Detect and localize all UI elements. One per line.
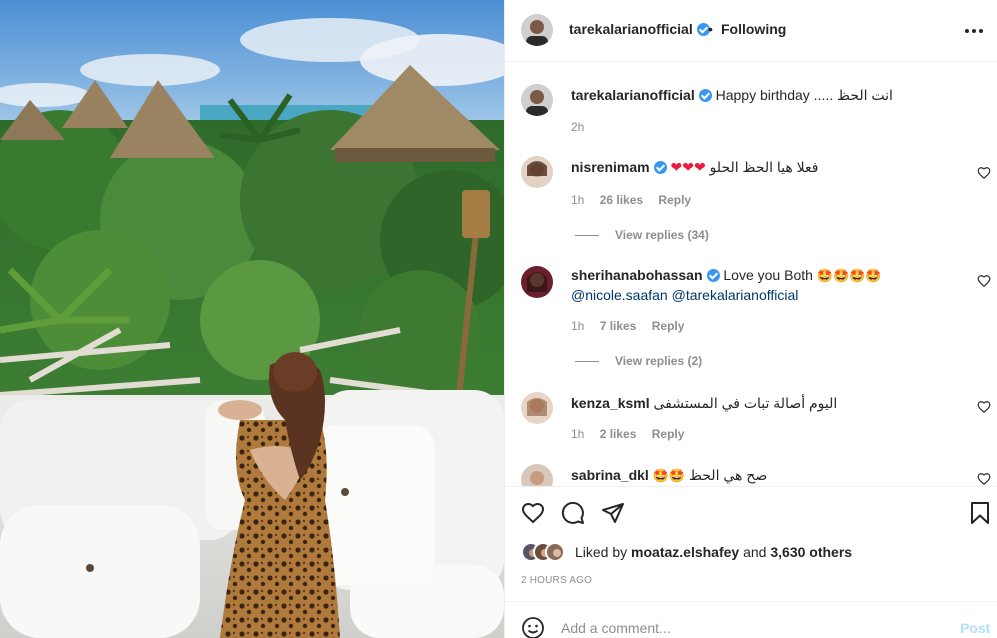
comment-icon[interactable] (561, 501, 585, 525)
following-button[interactable]: Following (721, 21, 786, 37)
comment-text: اليوم أصالة تبات في المستشفى (653, 395, 838, 411)
caption-username[interactable]: tarekalarianofficial (571, 87, 695, 103)
heart-emojis: ❤❤❤ (670, 160, 706, 176)
paper-plane-icon[interactable] (601, 501, 625, 525)
comment-username[interactable]: sherihanabohassan (571, 267, 703, 283)
likes-count[interactable]: 3,630 others (770, 544, 852, 560)
verified-icon (698, 89, 712, 102)
header-separator: • (708, 21, 713, 37)
reply-button[interactable]: Reply (658, 193, 691, 207)
liked-by-text: Liked by moataz.elshafey and 3,630 other… (575, 544, 852, 560)
comment-meta: 1h 2 likes Reply (571, 427, 696, 441)
comment-time[interactable]: 1h (571, 427, 584, 441)
mention-link[interactable]: @tarekalarianofficial (672, 287, 799, 303)
caption-meta: 2h (571, 120, 596, 134)
liker-username[interactable]: moataz.elshafey (631, 544, 739, 560)
comment-like-heart-icon[interactable] (977, 274, 991, 288)
comment-avatar[interactable] (521, 464, 553, 486)
bookmark-icon[interactable] (968, 501, 992, 525)
star-struck-emojis: 🤩🤩 (652, 469, 686, 484)
caption-avatar[interactable] (521, 84, 553, 116)
emoji-icon[interactable] (521, 616, 545, 638)
view-replies-button[interactable]: View replies (2) (575, 354, 702, 368)
comment-avatar[interactable] (521, 392, 553, 424)
verified-icon (706, 269, 720, 282)
comment-like-heart-icon[interactable] (977, 166, 991, 180)
comment-row: sherihanabohassan Love you Both 🤩🤩🤩🤩 @ni… (571, 266, 971, 304)
verified-icon (653, 161, 667, 174)
comment-like-heart-icon[interactable] (977, 472, 991, 486)
comment-meta: 1h 26 likes Reply (571, 193, 703, 207)
view-replies-button[interactable]: View replies (34) (575, 228, 709, 242)
liker-avatar (545, 542, 565, 562)
instagram-post: tarekalarianofficial • Following tarekal… (0, 0, 997, 638)
comments-list[interactable]: tarekalarianofficial Happy birthday ....… (505, 62, 997, 486)
comment-row: nisrenimam ❤❤❤ فعلا هيا الحظ الحلو (571, 158, 971, 177)
star-struck-emojis: 🤩🤩🤩🤩 (816, 269, 882, 284)
comment-row: sabrina_dkl 🤩🤩 صح هي الحظ (571, 466, 971, 486)
author-avatar[interactable] (521, 14, 553, 46)
reply-button[interactable]: Reply (652, 319, 685, 333)
comment-username[interactable]: kenza_ksml (571, 395, 650, 411)
caption: tarekalarianofficial Happy birthday ....… (571, 86, 971, 104)
comment-text: فعلا هيا الحظ الحلو (709, 159, 819, 175)
comment-input[interactable] (561, 620, 941, 636)
comment-avatar[interactable] (521, 156, 553, 188)
liked-by-and: and (743, 544, 767, 560)
likes-summary: Liked by moataz.elshafey and 3,630 other… (521, 542, 852, 562)
comment-username[interactable]: sabrina_dkl (571, 467, 649, 483)
comment-like-heart-icon[interactable] (977, 400, 991, 414)
comment-meta: 1h 7 likes Reply (571, 319, 696, 333)
comment-likes[interactable]: 26 likes (600, 193, 643, 207)
comment-text: صح هي الحظ (688, 467, 768, 483)
post-timestamp[interactable]: 2 HOURS AGO (521, 575, 592, 586)
author-username[interactable]: tarekalarianofficial (569, 21, 710, 37)
post-photo[interactable] (0, 0, 504, 638)
comment-text: Love you Both (723, 267, 813, 283)
comment-time[interactable]: 1h (571, 319, 584, 333)
add-comment-bar: Post (505, 601, 997, 638)
post-details-panel: tarekalarianofficial • Following tarekal… (504, 0, 997, 638)
photo-illustration (0, 0, 504, 638)
mention-link[interactable]: @nicole.saafan (571, 287, 668, 303)
comment-likes[interactable]: 7 likes (600, 319, 637, 333)
liked-by-label: Liked by (575, 544, 628, 560)
reply-button[interactable]: Reply (652, 427, 685, 441)
more-horizontal-icon[interactable] (963, 20, 985, 42)
caption-time[interactable]: 2h (571, 120, 584, 134)
comment-likes[interactable]: 2 likes (600, 427, 637, 441)
comment-avatar[interactable] (521, 266, 553, 298)
post-actions: Liked by moataz.elshafey and 3,630 other… (505, 486, 997, 601)
comment-row: kenza_ksml اليوم أصالة تبات في المستشفى (571, 394, 971, 412)
caption-text: Happy birthday ..... انت الحظ (715, 87, 893, 103)
post-comment-button[interactable]: Post (960, 620, 990, 636)
heart-icon[interactable] (521, 501, 545, 525)
post-header: tarekalarianofficial • Following (505, 0, 997, 62)
comment-username[interactable]: nisrenimam (571, 159, 650, 175)
comment-time[interactable]: 1h (571, 193, 584, 207)
